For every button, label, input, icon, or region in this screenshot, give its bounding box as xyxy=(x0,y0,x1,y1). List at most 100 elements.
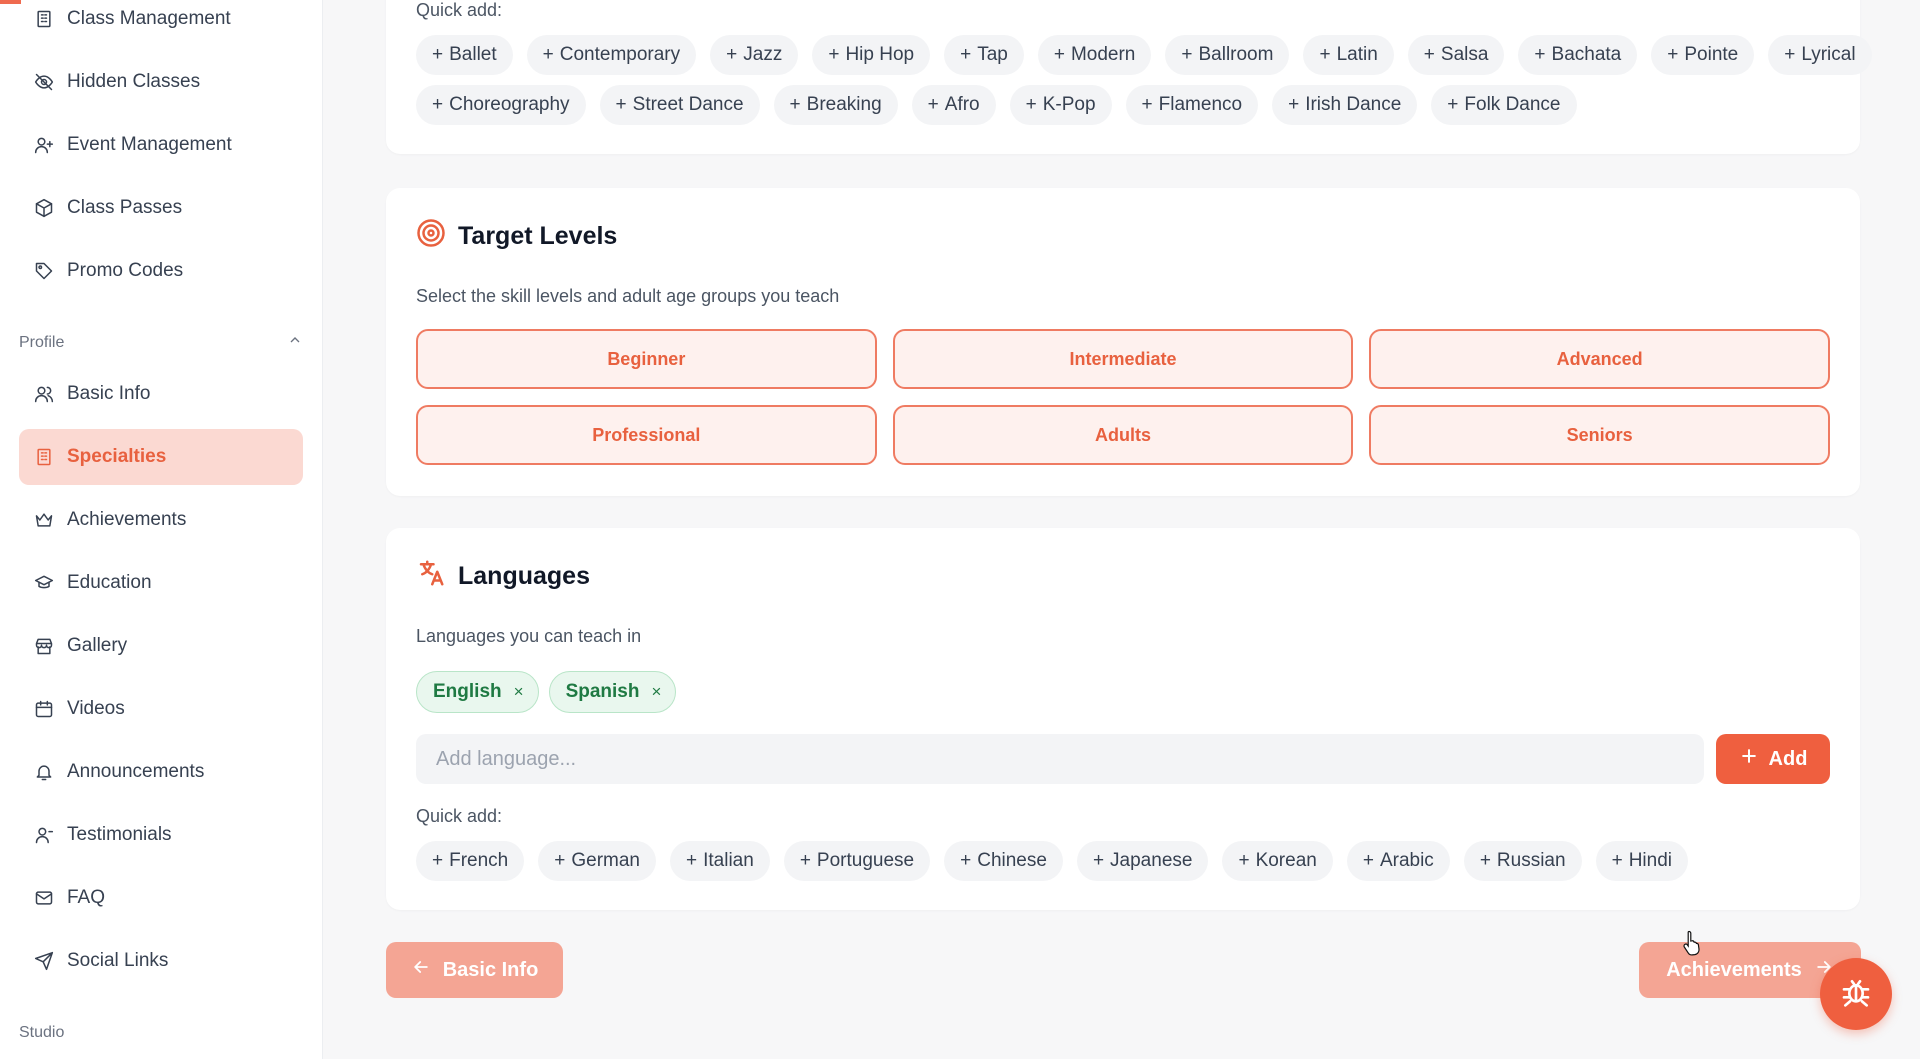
sidebar-item-social-links[interactable]: Social Links xyxy=(19,933,303,989)
building-icon xyxy=(33,446,55,468)
quick-add-style-chip[interactable]: + Breaking xyxy=(773,85,898,125)
sidebar-item-label: Specialties xyxy=(67,446,167,467)
sidebar-item-label: Class Management xyxy=(67,8,231,29)
quick-add-style-chip[interactable]: + Choreography xyxy=(416,85,586,125)
quick-add-language-chip[interactable]: + Italian xyxy=(670,841,770,881)
section-label-profile[interactable]: Profile xyxy=(19,332,303,353)
target-levels-title: Target Levels xyxy=(416,218,617,255)
level-option-seniors[interactable]: Seniors xyxy=(1369,405,1830,465)
quick-add-language-chip[interactable]: + Russian xyxy=(1463,841,1582,881)
sidebar-item-announcements[interactable]: Announcements xyxy=(19,744,303,800)
quick-add-style-chip[interactable]: + Ballet xyxy=(416,35,513,75)
quick-add-style-chip[interactable]: + Tap xyxy=(944,35,1024,75)
quick-add-style-chip[interactable]: + Contemporary xyxy=(526,35,697,75)
bell-icon xyxy=(33,761,55,783)
quick-add-language-chip[interactable]: + Korean xyxy=(1222,841,1333,881)
quick-add-style-chip[interactable]: + Lyrical xyxy=(1768,35,1872,75)
sidebar-item-gallery[interactable]: Gallery xyxy=(19,618,303,674)
sidebar-item-class-passes[interactable]: Class Passes xyxy=(19,180,303,236)
quick-add-style-chip[interactable]: + Folk Dance xyxy=(1431,85,1577,125)
dance-styles-card: Quick add: + Ballet + Contemporary + Jazz +… xyxy=(386,0,1872,154)
level-option-advanced[interactable]: Advanced xyxy=(1369,329,1830,389)
sidebar-item-label: Event Management xyxy=(67,134,232,155)
sidebar-item-education[interactable]: Education xyxy=(19,555,303,611)
level-option-intermediate[interactable]: Intermediate xyxy=(892,329,1354,389)
sidebar-item-label: Basic Info xyxy=(67,383,151,404)
language-chip-row: + French + German + Italian + Portuguese + Ch… xyxy=(416,841,1688,881)
level-option-professional[interactable]: Professional xyxy=(416,405,877,465)
quick-add-style-chip[interactable]: + Street Dance xyxy=(599,85,760,125)
quick-add-label: Quick add: xyxy=(416,0,503,20)
sidebar: Class Management Hidden Classes Event Ma… xyxy=(0,0,323,1059)
quick-add-style-chip[interactable]: + Irish Dance xyxy=(1272,85,1418,125)
language-tag: Spanish × xyxy=(548,671,677,713)
quick-add-style-chip[interactable]: + Ballroom xyxy=(1165,35,1290,75)
quick-add-language-chip[interactable]: + German xyxy=(538,841,656,881)
quick-add-label: Quick add: xyxy=(416,806,503,826)
quick-add-language-chip[interactable]: + French xyxy=(416,841,525,881)
sidebar-item-achievements[interactable]: Achievements xyxy=(19,492,303,548)
mail-icon xyxy=(33,887,55,909)
sidebar-item-testimonials[interactable]: Testimonials xyxy=(19,807,303,863)
quick-add-style-chip[interactable]: + Jazz xyxy=(710,35,799,75)
sidebar-item-faq[interactable]: FAQ xyxy=(19,870,303,926)
sidebar-item-label: Videos xyxy=(67,698,125,719)
sidebar-item-label: Gallery xyxy=(67,635,128,656)
plus-icon xyxy=(1739,746,1759,772)
level-option-beginner[interactable]: Beginner xyxy=(416,329,877,389)
arrow-left-icon xyxy=(411,957,431,983)
style-chip-row-2: + Choreography + Street Dance + Breaking + A… xyxy=(416,85,1577,125)
add-language-input[interactable] xyxy=(416,734,1704,784)
bug-icon xyxy=(1840,976,1872,1013)
quick-add-style-chip[interactable]: + Salsa xyxy=(1407,35,1505,75)
quick-add-language-chip[interactable]: + Japanese xyxy=(1076,841,1209,881)
add-language-button[interactable]: Add xyxy=(1716,734,1830,784)
quick-add-style-chip[interactable]: + Afro xyxy=(911,85,996,125)
translate-icon xyxy=(416,558,446,595)
sidebar-item-promo-codes[interactable]: Promo Codes xyxy=(19,243,303,299)
send-icon xyxy=(33,950,55,972)
selected-languages: English × Spanish × xyxy=(416,671,677,713)
sidebar-item-basic-info[interactable]: Basic Info xyxy=(19,366,303,422)
quick-add-style-chip[interactable]: + K-Pop xyxy=(1009,85,1112,125)
sidebar-item-event-management[interactable]: Event Management xyxy=(19,117,303,173)
quick-add-style-chip[interactable]: + Pointe xyxy=(1651,35,1755,75)
quick-add-style-chip[interactable]: + Bachata xyxy=(1518,35,1638,75)
box-icon xyxy=(33,197,55,219)
sidebar-item-class-management[interactable]: Class Management xyxy=(19,0,303,47)
quick-add-language-chip[interactable]: + Hindi xyxy=(1595,841,1688,881)
sidebar-item-label: FAQ xyxy=(67,887,106,908)
sidebar-item-label: Achievements xyxy=(67,509,187,530)
section-label-studio[interactable]: Studio xyxy=(19,1024,303,1042)
quick-add-style-chip[interactable]: + Modern xyxy=(1037,35,1152,75)
target-icon xyxy=(416,218,446,255)
sidebar-item-hidden-classes[interactable]: Hidden Classes xyxy=(19,54,303,110)
languages-subtitle: Languages you can teach in xyxy=(416,626,642,646)
tag-icon xyxy=(33,260,55,282)
languages-title: Languages xyxy=(416,558,590,595)
quick-add-language-chip[interactable]: + Chinese xyxy=(944,841,1063,881)
remove-language-icon[interactable]: × xyxy=(514,682,524,702)
sidebar-item-videos[interactable]: Videos xyxy=(19,681,303,737)
remove-language-icon[interactable]: × xyxy=(651,682,661,702)
sidebar-item-specialties[interactable]: Specialties xyxy=(19,429,303,485)
level-option-adults[interactable]: Adults xyxy=(892,405,1354,465)
previous-step-button[interactable]: Basic Info xyxy=(386,942,563,998)
languages-card: Languages Languages you can teach in Eng… xyxy=(386,528,1860,910)
target-levels-subtitle: Select the skill levels and adult age gr… xyxy=(416,286,840,306)
target-levels-card: Target Levels Select the skill levels an… xyxy=(386,188,1860,496)
quick-add-language-chip[interactable]: + Portuguese xyxy=(783,841,931,881)
quick-add-style-chip[interactable]: + Flamenco xyxy=(1125,85,1259,125)
quick-add-language-chip[interactable]: + Arabic xyxy=(1346,841,1450,881)
bug-report-button[interactable] xyxy=(1820,958,1892,1030)
crown-icon xyxy=(33,509,55,531)
level-options: Beginner Intermediate Advanced Professio… xyxy=(416,329,1830,465)
hand-pointer-cursor-icon xyxy=(1683,930,1700,956)
sidebar-item-label: Class Passes xyxy=(67,197,183,218)
quick-add-style-chip[interactable]: + Latin xyxy=(1303,35,1394,75)
user-plus-icon xyxy=(33,134,55,156)
language-tag: English × xyxy=(416,671,539,713)
quick-add-style-chip[interactable]: + Hip Hop xyxy=(812,35,931,75)
building-icon xyxy=(33,8,55,30)
graduation-cap-icon xyxy=(33,572,55,594)
